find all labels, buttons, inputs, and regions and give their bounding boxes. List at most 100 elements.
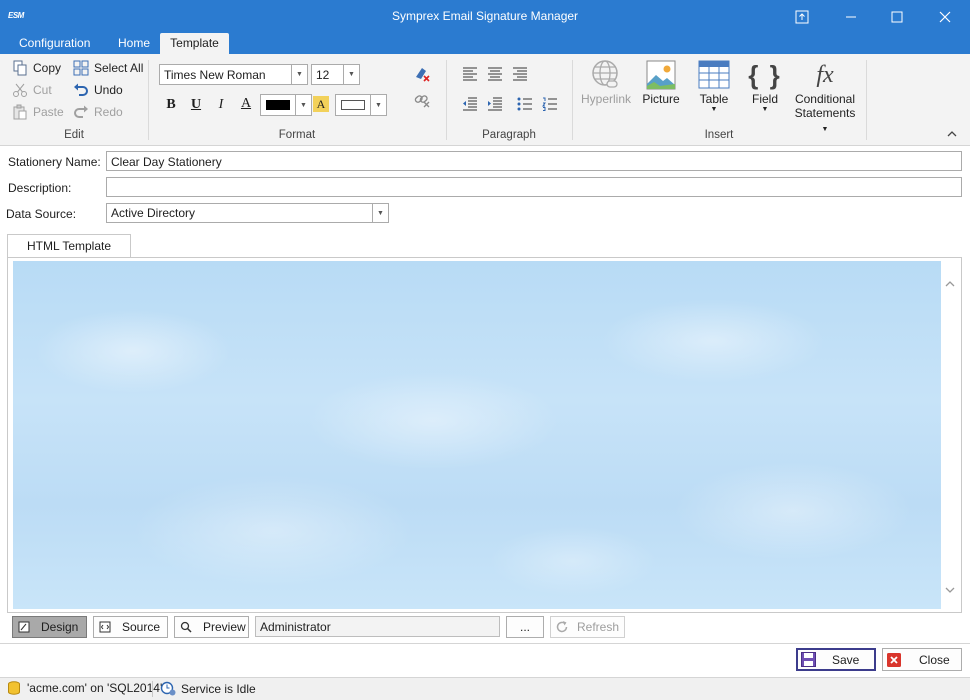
- minimize-button[interactable]: [828, 0, 874, 33]
- table-button[interactable]: Table ▼: [690, 58, 738, 113]
- restore-layout-icon[interactable]: [779, 0, 825, 33]
- field-button[interactable]: { } Field ▼: [744, 58, 786, 114]
- description-label: Description:: [8, 181, 72, 195]
- highlight-color-icon[interactable]: A: [313, 96, 329, 112]
- globe-link-icon: [580, 58, 632, 92]
- group-divider: [148, 60, 149, 140]
- tab-configuration[interactable]: Configuration: [9, 33, 100, 54]
- description-input[interactable]: [106, 177, 962, 197]
- font-size-select[interactable]: 12 ▼: [311, 64, 360, 85]
- magnifier-icon: [179, 620, 193, 634]
- refresh-icon: [555, 620, 569, 634]
- group-divider: [446, 60, 447, 140]
- scroll-down-icon[interactable]: [945, 583, 955, 597]
- ribbon-tab-strip: Configuration Home Template: [0, 33, 970, 54]
- service-clock-icon: [160, 681, 176, 696]
- outdent-icon[interactable]: [460, 94, 480, 114]
- stationery-name-input[interactable]: Clear Day Stationery: [106, 151, 962, 171]
- underline-button[interactable]: U: [186, 95, 206, 115]
- clipboard-icon: [11, 103, 29, 121]
- chevron-down-icon: ▼: [761, 106, 769, 113]
- browse-user-button[interactable]: ...: [506, 616, 544, 638]
- align-left-icon[interactable]: [460, 64, 480, 84]
- refresh-button[interactable]: Refresh: [550, 616, 625, 638]
- title-bar: ESM Symprex Email Signature Manager: [0, 0, 970, 33]
- database-icon: [8, 681, 20, 695]
- source-icon: [98, 620, 112, 634]
- tab-template[interactable]: Template: [160, 33, 229, 54]
- picture-button[interactable]: Picture: [638, 58, 684, 106]
- preview-user-field[interactable]: Administrator: [255, 616, 500, 637]
- connection-status: 'acme.com' on 'SQL2014': [8, 681, 162, 695]
- chevron-down-icon: ▼: [710, 106, 718, 113]
- floppy-disk-icon: [801, 652, 816, 667]
- scroll-up-icon[interactable]: [945, 277, 955, 291]
- ribbon: Copy Cut Paste Select All Undo Redo Edit…: [0, 54, 970, 146]
- scissors-icon: [11, 81, 29, 99]
- editor-scrollbar[interactable]: [941, 261, 959, 609]
- group-divider: [866, 60, 867, 140]
- collapse-ribbon-icon[interactable]: [946, 128, 958, 142]
- italic-button[interactable]: I: [211, 95, 231, 115]
- bullet-list-icon[interactable]: [515, 94, 535, 114]
- divider: [0, 643, 970, 644]
- design-view-button[interactable]: Design: [12, 616, 87, 638]
- align-right-icon[interactable]: [510, 64, 530, 84]
- chevron-down-icon: ▼: [343, 65, 359, 84]
- paste-button[interactable]: Paste: [11, 102, 64, 122]
- color-swatch: [341, 100, 365, 110]
- maximize-button[interactable]: [874, 0, 920, 33]
- service-status: Service is Idle: [160, 681, 256, 696]
- tab-html-template[interactable]: HTML Template: [7, 234, 131, 258]
- data-source-label: Data Source:: [6, 207, 77, 221]
- braces-icon: { }: [748, 59, 782, 90]
- highlight-color-picker[interactable]: ▼: [335, 94, 387, 116]
- data-source-select[interactable]: Active Directory ▼: [106, 203, 389, 223]
- cut-button[interactable]: Cut: [11, 80, 52, 100]
- remove-link-icon[interactable]: [412, 90, 432, 110]
- indent-icon[interactable]: [485, 94, 505, 114]
- fx-icon: fx: [816, 61, 834, 88]
- font-name-select[interactable]: Times New Roman ▼: [159, 64, 308, 85]
- bold-button[interactable]: B: [161, 95, 181, 115]
- select-all-icon: [72, 59, 90, 77]
- group-label-format: Format: [278, 129, 316, 141]
- source-view-button[interactable]: Source: [93, 616, 168, 638]
- group-label-edit: Edit: [64, 129, 84, 141]
- group-label-insert: Insert: [704, 129, 734, 141]
- align-center-icon[interactable]: [485, 64, 505, 84]
- chevron-down-icon: ▼: [295, 95, 311, 115]
- chevron-down-icon: ▼: [372, 204, 388, 222]
- copy-icon: [11, 59, 29, 77]
- close-button[interactable]: Close: [882, 648, 962, 671]
- group-divider: [572, 60, 573, 140]
- chevron-down-icon: ▼: [370, 95, 386, 115]
- copy-button[interactable]: Copy: [11, 58, 61, 78]
- select-all-button[interactable]: Select All: [72, 58, 143, 78]
- tab-home[interactable]: Home: [108, 33, 160, 54]
- redo-button[interactable]: Redo: [72, 102, 123, 122]
- html-template-editor[interactable]: [13, 261, 941, 609]
- font-color-icon[interactable]: A: [236, 94, 256, 114]
- color-swatch: [266, 100, 290, 110]
- status-divider: [152, 681, 153, 697]
- conditional-statements-button[interactable]: fx Conditional Statements ▼: [790, 58, 860, 134]
- hyperlink-button[interactable]: Hyperlink: [580, 58, 632, 106]
- redo-icon: [72, 103, 90, 121]
- numbered-list-icon[interactable]: [540, 94, 560, 114]
- table-icon: [690, 58, 738, 92]
- undo-icon: [72, 81, 90, 99]
- stationery-name-label: Stationery Name:: [8, 155, 101, 169]
- preview-view-button[interactable]: Preview: [174, 616, 249, 638]
- close-icon: [887, 652, 901, 667]
- font-color-picker[interactable]: ▼: [260, 94, 312, 116]
- close-window-button[interactable]: [922, 0, 968, 33]
- undo-button[interactable]: Undo: [72, 80, 123, 100]
- picture-icon: [638, 58, 684, 92]
- status-bar: 'acme.com' on 'SQL2014' Service is Idle: [0, 677, 970, 700]
- clear-format-icon[interactable]: [412, 64, 432, 84]
- chevron-down-icon: ▼: [291, 65, 307, 84]
- group-label-paragraph: Paragraph: [482, 129, 536, 141]
- design-icon: [17, 620, 31, 634]
- save-button[interactable]: Save: [796, 648, 876, 671]
